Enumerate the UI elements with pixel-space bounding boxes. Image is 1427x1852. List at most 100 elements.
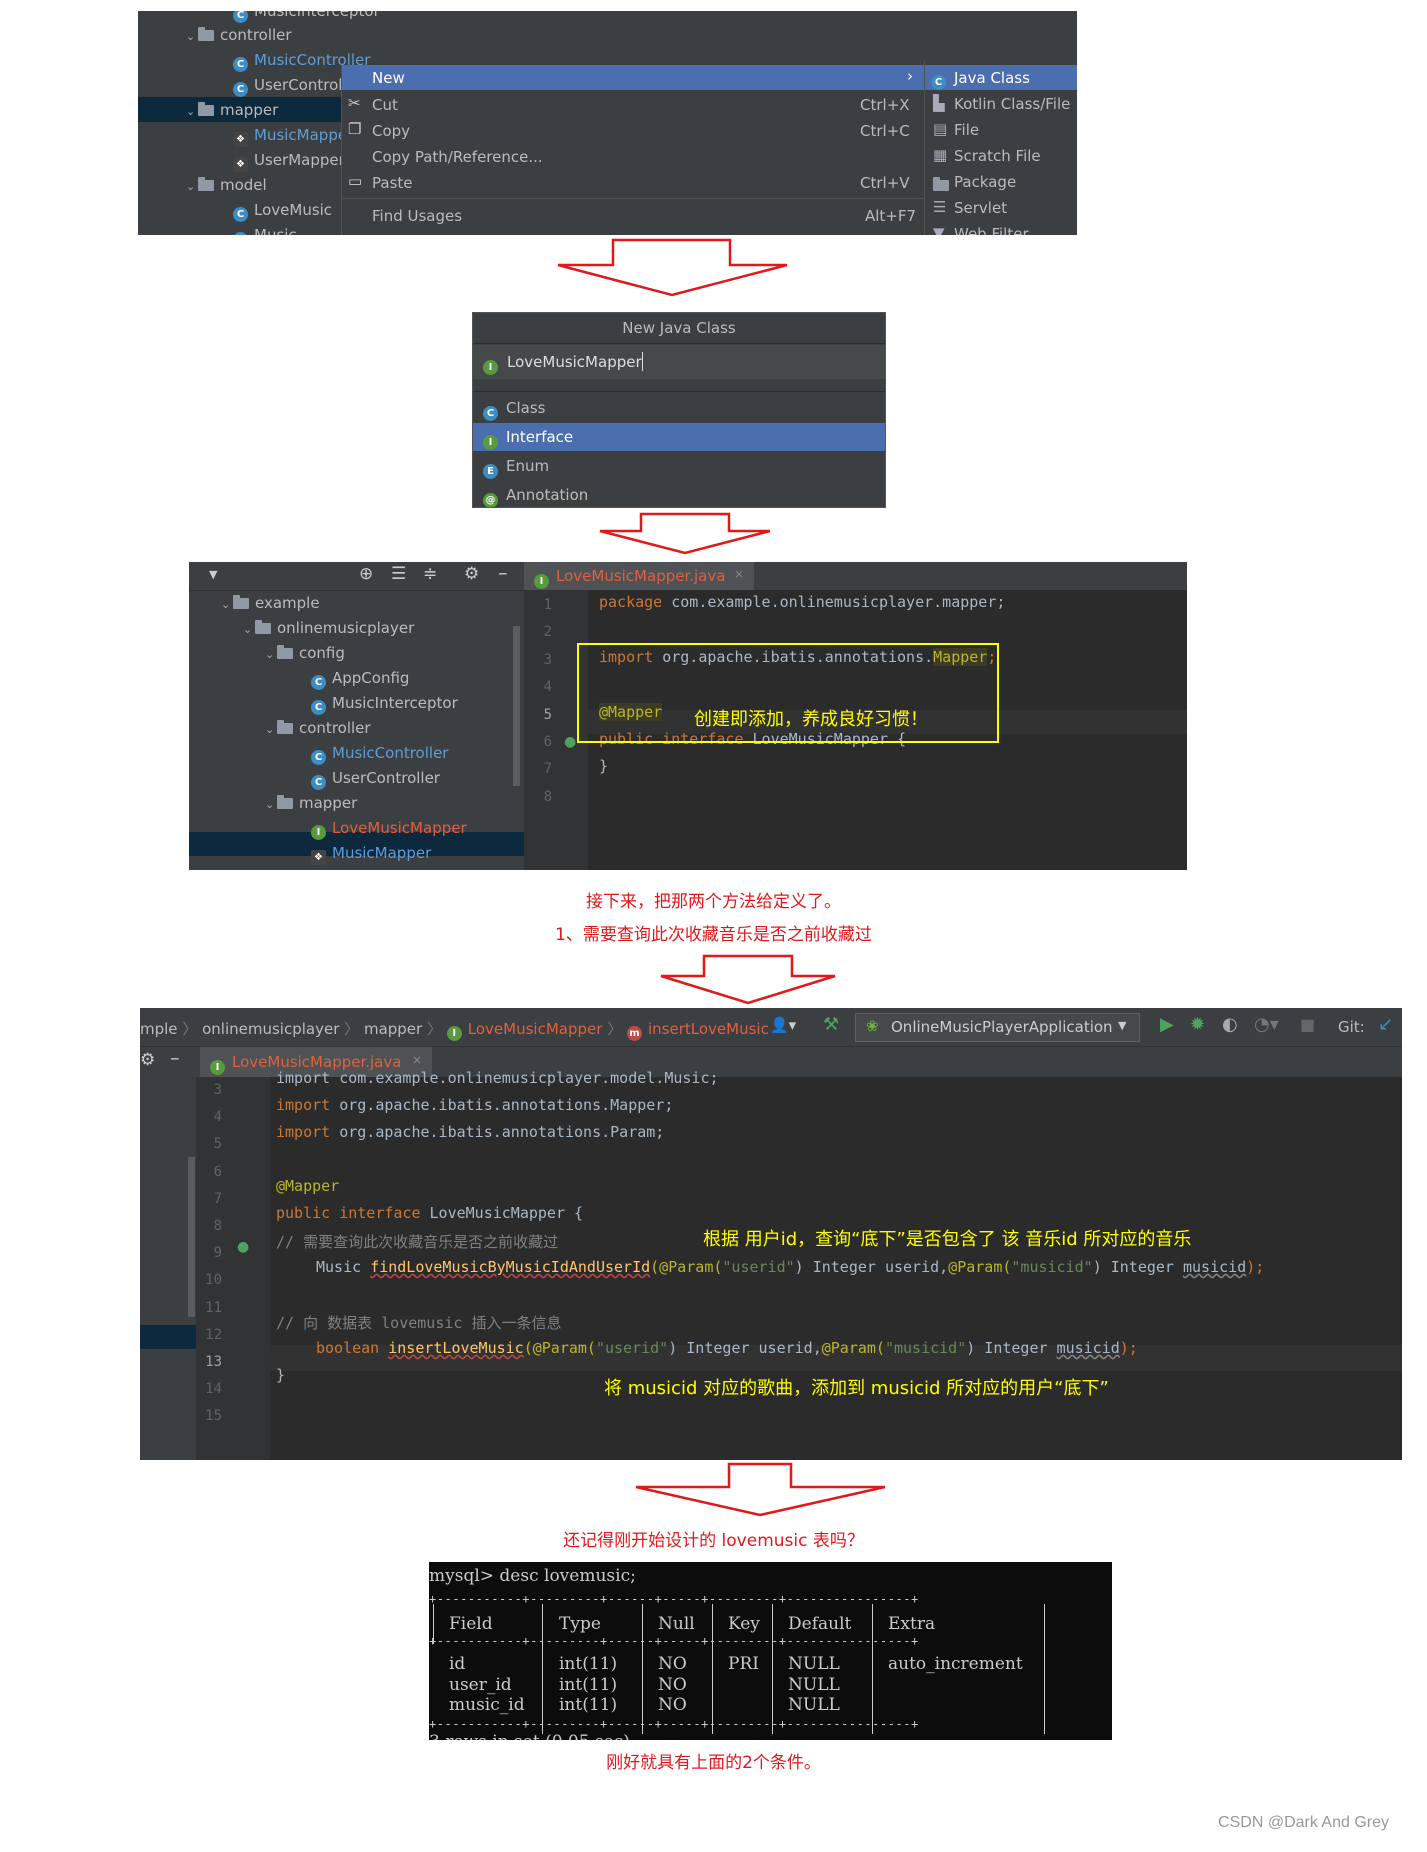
submenu-item-scratch[interactable]: ▦ Scratch File [925, 143, 1077, 168]
kind-option-class[interactable]: C Class [473, 394, 885, 422]
tree-item[interactable]: ❖ MusicMapper [311, 841, 431, 865]
menu-item-copy[interactable]: ❐ Copy Ctrl+C [342, 117, 924, 143]
tree-item[interactable]: C MusicInterceptor [311, 691, 458, 715]
interface-icon: I [311, 825, 326, 840]
mybatis-icon: ❖ [233, 132, 248, 147]
tree-item[interactable]: ⌄ mapper [186, 98, 278, 122]
watermark: CSDN @Dark And Grey [1218, 1814, 1389, 1831]
submenu-item-kotlin[interactable]: ▙ Kotlin Class/File [925, 91, 1077, 116]
tree-item[interactable]: C AppConfig [311, 666, 409, 690]
locate-icon[interactable]: ⊕ [359, 564, 373, 584]
class-name-input[interactable]: I LoveMusicMapper [473, 345, 885, 379]
minimize-icon[interactable]: – [170, 1047, 180, 1069]
chevron-down-icon: ▼ [1118, 1019, 1127, 1032]
tree-item[interactable]: C MusicController [311, 741, 448, 765]
coverage-icon[interactable]: ◐ [1222, 1014, 1238, 1035]
tree-item[interactable]: ❖ UserMapper [233, 148, 345, 172]
folder-icon [255, 620, 271, 634]
mybatis-icon: ❖ [233, 157, 248, 172]
submenu-item-web-filter[interactable]: ▼ Web Filter [925, 221, 1077, 235]
minimize-icon[interactable]: – [498, 562, 508, 584]
project-tree: C MusicInterceptor ⌄ controller C MusicCont… [138, 11, 380, 235]
class-icon: C [311, 675, 326, 690]
stop-icon[interactable]: ■ [1300, 1015, 1315, 1034]
submenu-item-package[interactable]: Package [925, 169, 1077, 194]
menu-item-paste[interactable]: ▭ Paste Ctrl+V [342, 169, 924, 195]
folder-icon [277, 645, 293, 659]
submenu-item-file[interactable]: ▤ File [925, 117, 1077, 142]
collapse-all-icon[interactable]: ≑ [423, 564, 437, 584]
tree-item[interactable]: ⌄ controller [186, 23, 292, 47]
chevron-down-icon[interactable]: ⌄ [221, 593, 233, 617]
close-icon[interactable]: × [412, 1053, 422, 1067]
tree-item[interactable]: I LoveMusicMapper [311, 816, 467, 840]
editor-tab[interactable]: I LoveMusicMapper.java × [524, 562, 754, 590]
tree-item[interactable]: ⌄ example [221, 591, 320, 615]
kind-option-annotation[interactable]: @ Annotation [473, 481, 885, 507]
scrollbar[interactable] [188, 1157, 195, 1317]
close-icon[interactable]: × [734, 567, 744, 581]
chevron-down-icon[interactable]: ⌄ [186, 175, 198, 199]
debug-icon[interactable]: ✹ [1190, 1014, 1205, 1035]
kind-option-interface[interactable]: I Interface [473, 423, 885, 451]
tree-item[interactable]: ⌄ config [265, 641, 345, 665]
tree-selected-row [140, 1325, 196, 1349]
chevron-down-icon[interactable]: ⌄ [186, 25, 198, 49]
editor-area: I LoveMusicMapper.java × 1 2 3 4 5 6 7 8… [524, 562, 1187, 870]
run-config-select[interactable]: ❀ OnlineMusicPlayerApplication ▼ [855, 1013, 1140, 1042]
tree-item[interactable]: C MusicInterceptor [233, 11, 380, 23]
profile-icon[interactable]: ◔▾ [1254, 1014, 1279, 1035]
tree-item[interactable]: C UserControl [233, 73, 342, 97]
tree-item[interactable]: ⌄ controller [265, 716, 371, 740]
build-hammer-icon[interactable]: ⚒ [823, 1014, 839, 1035]
caption: 1、需要查询此次收藏音乐是否之前收藏过 [555, 925, 872, 945]
tree-item[interactable]: ⌄ model [186, 173, 267, 197]
tree-item[interactable]: ⌄ onlinemusicplayer [243, 616, 414, 640]
scrollbar[interactable] [513, 626, 520, 786]
implementation-gutter-icon[interactable]: ● [237, 1239, 249, 1255]
tree-item[interactable]: C LoveMusic [233, 198, 332, 222]
tree-item[interactable]: ❖ MusicMappe [233, 123, 347, 147]
chevron-down-icon[interactable]: ⌄ [265, 718, 277, 742]
interface-icon: I [483, 360, 498, 375]
chevron-down-icon[interactable]: ⌄ [265, 643, 277, 667]
scissors-icon: ✂ [348, 94, 361, 112]
context-menu: New › ✂ Cut Ctrl+X ❐ Copy Ctrl+C Copy Pa… [341, 65, 924, 235]
chevron-down-icon[interactable]: ⌄ [186, 100, 198, 124]
chevron-right-icon: › [907, 67, 913, 85]
chevron-down-icon[interactable]: ⌄ [265, 793, 277, 817]
submenu-item-java-class[interactable]: C Java Class [925, 65, 1077, 90]
tree-item[interactable]: CMusic [233, 223, 297, 235]
menu-item-new[interactable]: New › [342, 65, 924, 90]
caption: 还记得刚开始设计的 lovemusic 表吗？ [563, 1531, 864, 1551]
interface-icon: I [534, 574, 549, 589]
user-icon[interactable]: 👤▾ [770, 1016, 796, 1034]
annotation-note: 将 musicid 对应的歌曲，添加到 musicid 所对应的用户“底下” [604, 1378, 1109, 1399]
tree-item[interactable]: ⌄ mapper [265, 791, 357, 815]
implementation-gutter-icon[interactable]: ● [564, 734, 576, 750]
git-update-icon[interactable]: ↙ [1378, 1014, 1393, 1035]
down-arrow-icon [557, 238, 788, 297]
chevron-down-icon[interactable]: ⌄ [243, 618, 255, 642]
menu-item-find-usages[interactable]: Find Usages Alt+F7 [342, 202, 924, 228]
menu-item-copy-path[interactable]: Copy Path/Reference... [342, 143, 924, 169]
submenu-item-servlet[interactable]: ☰ Servlet [925, 195, 1077, 220]
line-numbers: 3 4 5 6 7 8 9 10 11 12 13 14 15 [205, 1082, 222, 1425]
expand-all-icon[interactable]: ☰ [391, 564, 406, 584]
menu-item-cut[interactable]: ✂ Cut Ctrl+X [342, 91, 924, 117]
caption: 刚好就具有上面的2个条件。 [606, 1753, 821, 1773]
interface-icon: I [483, 435, 498, 450]
new-java-class-dialog: New Java Class I LoveMusicMapper C Class… [472, 312, 886, 508]
paste-icon: ▭ [348, 172, 363, 190]
dialog-divider [473, 391, 885, 392]
gear-icon[interactable]: ⚙ [140, 1050, 155, 1070]
kind-option-enum[interactable]: E Enum [473, 452, 885, 480]
run-icon[interactable]: ▶ [1160, 1014, 1174, 1035]
folder-icon [198, 27, 214, 41]
class-icon: C [233, 207, 248, 222]
code-line: boolean insertLoveMusic(@Param("userid")… [316, 1339, 1138, 1357]
tree-item[interactable]: C UserController [311, 766, 440, 790]
gear-icon[interactable]: ⚙ [464, 564, 479, 584]
dropdown-icon[interactable]: ▼ [209, 568, 217, 581]
package-icon [933, 177, 949, 191]
